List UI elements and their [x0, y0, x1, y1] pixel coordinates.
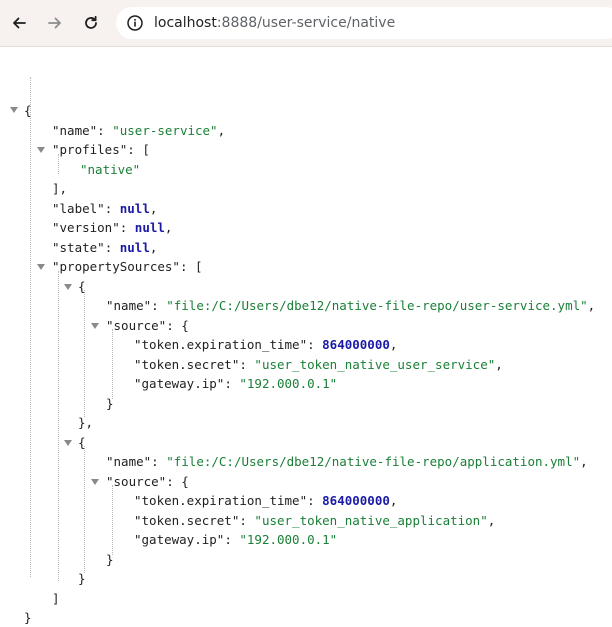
json-line: "name": "user-service",: [52, 123, 226, 138]
url-path: :8888/user-service/native: [216, 15, 396, 31]
json-key: "state": [52, 240, 105, 255]
collapse-toggle[interactable]: [10, 107, 18, 113]
json-null: null: [119, 201, 150, 216]
collapse-toggle[interactable]: [37, 264, 45, 270]
json-line: "source": {: [106, 474, 189, 489]
json-line: "state": null,: [52, 240, 158, 255]
back-button[interactable]: [6, 10, 32, 36]
indent-guide: [30, 77, 31, 577]
json-string: "user_token_native_application": [254, 513, 488, 528]
json-key: "token.expiration_time": [134, 493, 308, 508]
arrow-left-icon: [13, 17, 26, 29]
collapse-toggle[interactable]: [64, 440, 72, 446]
collapse-toggle[interactable]: [37, 147, 45, 153]
json-line: "label": null,: [52, 201, 158, 216]
json-line: "propertySources": [: [52, 259, 203, 274]
json-line: "version": null,: [52, 220, 173, 235]
forward-button[interactable]: [42, 10, 68, 36]
json-number: 864000000: [322, 337, 390, 352]
json-line: "token.secret": "user_token_native_appli…: [134, 513, 496, 528]
collapse-toggle[interactable]: [91, 479, 99, 485]
url-host: localhost: [154, 15, 217, 31]
reload-icon: [85, 15, 97, 29]
json-line: "gateway.ip": "192.000.0.1": [134, 376, 338, 391]
json-line: },: [78, 415, 94, 430]
json-key: "token.secret": [134, 357, 240, 372]
json-null: null: [119, 240, 150, 255]
json-key: "propertySources": [52, 259, 180, 274]
browser-toolbar: localhost:8888/user-service/native: [0, 0, 612, 47]
json-key: "name": [106, 454, 152, 469]
json-key: "token.expiration_time": [134, 337, 308, 352]
json-line: }: [106, 552, 114, 567]
json-line: "native": [80, 160, 140, 179]
json-key: "source": [106, 474, 167, 489]
json-line: "name": "file:/C:/Users/dbe12/native-fil…: [106, 454, 588, 469]
json-line: "source": {: [106, 318, 189, 333]
collapse-toggle[interactable]: [91, 323, 99, 329]
json-null: null: [134, 220, 165, 235]
json-key: "version": [52, 220, 120, 235]
arrow-right-icon: [48, 17, 61, 29]
json-string: "192.000.0.1": [239, 376, 338, 391]
json-string: "native": [80, 162, 141, 177]
json-string: "file:/C:/Users/dbe12/native-file-repo/u…: [166, 298, 588, 313]
json-line: {: [78, 279, 86, 294]
json-line: "gateway.ip": "192.000.0.1": [134, 532, 338, 547]
json-number: 864000000: [322, 493, 390, 508]
json-line: }: [78, 571, 86, 586]
json-string: "user_token_native_user_service": [254, 357, 496, 372]
json-key: "profiles": [52, 142, 128, 157]
address-bar[interactable]: localhost:8888/user-service/native: [116, 7, 612, 39]
json-line: ]: [52, 591, 60, 606]
json-key: "gateway.ip": [134, 532, 225, 547]
indent-guide: [58, 271, 59, 581]
json-line: "name": "file:/C:/Users/dbe12/native-fil…: [106, 298, 596, 313]
json-line: "token.secret": "user_token_native_user_…: [134, 357, 503, 372]
json-key: "source": [106, 318, 167, 333]
url-text: localhost:8888/user-service/native: [150, 15, 395, 31]
json-line: "token.expiration_time": 864000000,: [134, 493, 398, 508]
site-info-icon[interactable]: [120, 8, 150, 38]
json-line: ],: [52, 181, 68, 196]
indent-guide: [84, 446, 85, 573]
json-line: {: [24, 101, 32, 120]
json-key: "label": [52, 201, 105, 216]
json-string: "file:/C:/Users/dbe12/native-file-repo/a…: [166, 454, 581, 469]
reload-button[interactable]: [78, 10, 104, 36]
collapse-toggle[interactable]: [64, 284, 72, 290]
json-key: "name": [52, 123, 98, 138]
json-key: "gateway.ip": [134, 376, 225, 391]
json-line: }: [106, 396, 114, 411]
indent-guide: [112, 485, 113, 555]
json-string: "192.000.0.1": [239, 532, 338, 547]
json-line: }: [24, 610, 32, 625]
indent-guide: [84, 290, 85, 417]
json-line: {: [78, 435, 86, 450]
json-key: "token.secret": [134, 513, 240, 528]
json-key: "name": [106, 298, 152, 313]
json-string: "user-service": [112, 123, 218, 138]
open-brace: {: [24, 103, 32, 118]
json-line: "token.expiration_time": 864000000,: [134, 337, 398, 352]
json-line: "profiles": [: [52, 142, 150, 157]
indent-guide: [112, 329, 113, 399]
